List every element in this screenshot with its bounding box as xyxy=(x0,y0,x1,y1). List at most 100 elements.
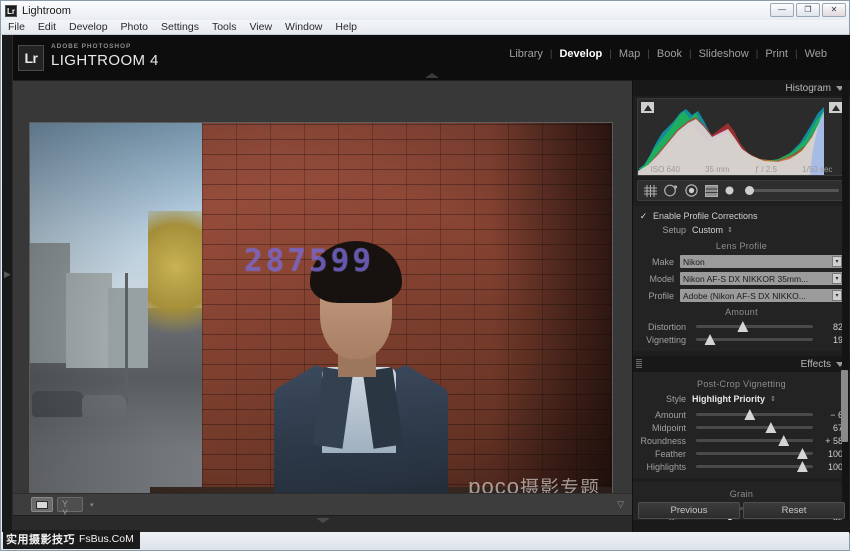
module-library[interactable]: Library xyxy=(502,48,550,60)
lens-model-select[interactable]: Nikon AF-S DX NIKKOR 35mm... ▾ xyxy=(680,272,843,285)
loupe-view-glyph xyxy=(36,500,48,509)
chevron-down-icon[interactable]: ▾ xyxy=(832,273,842,284)
lens-model-value: Nikon AF-S DX NIKKOR 35mm... xyxy=(683,273,809,284)
module-picker: Library | Develop | Map | Book | Slidesh… xyxy=(502,48,834,60)
vignette-highlights-row[interactable]: Highlights 100 xyxy=(633,460,850,473)
right-panel-scrollbar-thumb[interactable] xyxy=(841,370,848,442)
chevron-down-icon[interactable]: ▾ xyxy=(832,256,842,267)
vignetting-slider[interactable] xyxy=(696,334,813,345)
left-panel-gutter[interactable]: ▶ xyxy=(2,35,13,533)
loupe-view-icon[interactable] xyxy=(31,497,53,512)
lens-make-value: Nikon xyxy=(683,256,705,267)
module-web[interactable]: Web xyxy=(798,48,834,60)
slider-knob[interactable] xyxy=(765,422,777,433)
toolbar-view-caret-icon[interactable]: ▾ xyxy=(90,501,94,509)
vignette-midpoint-row[interactable]: Midpoint 67 xyxy=(633,421,850,434)
red-eye-correction-icon[interactable] xyxy=(685,184,698,197)
menu-help[interactable]: Help xyxy=(335,21,357,33)
grain-title: Grain xyxy=(729,489,754,499)
vignette-feather-row[interactable]: Feather 100 xyxy=(633,447,850,460)
module-print[interactable]: Print xyxy=(758,48,795,60)
slider-knob[interactable] xyxy=(744,409,756,420)
menu-tools[interactable]: Tools xyxy=(212,21,237,33)
vignette-highlights-label: Highlights xyxy=(646,461,686,472)
photo-preview[interactable]: 287599 poco摄影专题 http://photo.poco.cn/ xyxy=(30,123,612,545)
site-watermark: 实用摄影技巧 FsBus.CoM xyxy=(3,530,140,549)
module-book[interactable]: Book xyxy=(650,48,689,60)
setup-row[interactable]: Setup Custom ⇕ xyxy=(633,223,850,237)
previous-button[interactable]: Previous xyxy=(638,502,740,519)
setup-value[interactable]: Custom xyxy=(692,225,723,235)
vignetting-value: 19 xyxy=(832,334,843,345)
maximize-button[interactable]: ❐ xyxy=(796,3,820,17)
lens-corrections-panel: ✓ Enable Profile Corrections Setup Custo… xyxy=(633,206,850,351)
menu-file[interactable]: File xyxy=(8,21,25,33)
lightroom-logo-icon: Lr xyxy=(18,45,44,71)
vignette-style-caret-icon[interactable]: ⇕ xyxy=(770,395,776,403)
slider-knob[interactable] xyxy=(796,448,808,459)
distortion-slider[interactable] xyxy=(696,321,813,332)
menu-window[interactable]: Window xyxy=(285,21,322,33)
enable-profile-corrections-row[interactable]: ✓ Enable Profile Corrections xyxy=(633,209,850,223)
panel-action-buttons: Previous Reset xyxy=(633,502,850,519)
enable-profile-corrections-checkbox[interactable]: ✓ xyxy=(639,211,648,221)
left-panel-collapse-arrow[interactable]: ▶ xyxy=(4,269,11,280)
crop-overlay-icon[interactable] xyxy=(644,184,657,197)
spot-removal-icon[interactable] xyxy=(664,184,678,197)
top-panel-collapse-arrow[interactable] xyxy=(424,73,439,78)
module-develop[interactable]: Develop xyxy=(552,48,609,60)
lens-model-row[interactable]: Model Nikon AF-S DX NIKKOR 35mm... ▾ xyxy=(633,271,850,286)
close-button[interactable]: ✕ xyxy=(822,3,846,17)
lightroom-app: ▶ Lr ADOBE PHOTOSHOP LIGHTROOM 4 Library… xyxy=(2,35,850,545)
slider-knob[interactable] xyxy=(704,334,716,345)
lens-make-select[interactable]: Nikon ▾ xyxy=(680,255,843,268)
vignette-highlights-slider[interactable] xyxy=(696,461,813,472)
vignette-amount-label: Amount xyxy=(654,409,686,420)
vignette-feather-slider[interactable] xyxy=(696,448,813,459)
vignette-roundness-row[interactable]: Roundness + 58 xyxy=(633,434,850,447)
lens-profile-title: Lens Profile xyxy=(715,241,768,251)
highlight-clipping-indicator-icon[interactable] xyxy=(829,102,842,113)
lens-profile-select[interactable]: Adobe (Nikon AF-S DX NIKKO... ▾ xyxy=(680,289,843,302)
graduated-filter-icon[interactable] xyxy=(705,184,718,197)
histogram-graph[interactable]: ISO 640 35 mm ƒ / 2.5 1/50 sec xyxy=(637,98,846,176)
compare-view-icon[interactable]: Y Y xyxy=(57,497,83,518)
slider-knob[interactable] xyxy=(778,435,790,446)
distortion-row[interactable]: Distortion 82 xyxy=(633,320,850,333)
slider-knob[interactable] xyxy=(796,461,808,472)
lens-make-row[interactable]: Make Nikon ▾ xyxy=(633,254,850,269)
chevron-down-icon[interactable]: ▾ xyxy=(832,290,842,301)
vignetting-row[interactable]: Vignetting 19 xyxy=(633,333,850,346)
minimize-button[interactable]: — xyxy=(770,3,794,17)
effects-panel-header[interactable]: Effects xyxy=(633,356,850,372)
toolbar-options-caret-icon[interactable]: ▽ xyxy=(617,499,624,510)
stage-toolbar: Y Y ▾ ▽ xyxy=(13,493,632,518)
setup-caret-icon[interactable]: ⇕ xyxy=(727,226,733,234)
vignette-midpoint-slider[interactable] xyxy=(696,422,813,433)
vignette-style-value[interactable]: Highlight Priority xyxy=(692,394,765,404)
menu-view[interactable]: View xyxy=(249,21,272,33)
vignette-style-row[interactable]: Style Highlight Priority ⇕ xyxy=(633,392,850,406)
shadow-clipping-indicator-icon[interactable] xyxy=(641,102,654,113)
histogram-panel-header[interactable]: Histogram xyxy=(633,80,850,96)
enable-profile-corrections-label: Enable Profile Corrections xyxy=(653,211,758,221)
lens-profile-row[interactable]: Profile Adobe (Nikon AF-S DX NIKKO... ▾ xyxy=(633,288,850,303)
brush-size-slider[interactable] xyxy=(745,186,839,195)
panel-grip-icon xyxy=(636,359,642,368)
vignette-roundness-slider[interactable] xyxy=(696,435,813,446)
module-map[interactable]: Map xyxy=(612,48,647,60)
vignette-amount-row[interactable]: Amount − 6 xyxy=(633,408,850,421)
filmstrip-collapse-arrow[interactable] xyxy=(315,518,330,523)
menu-settings[interactable]: Settings xyxy=(161,21,199,33)
right-panel-scrollbar[interactable] xyxy=(841,80,849,520)
reset-button[interactable]: Reset xyxy=(743,502,845,519)
menu-develop[interactable]: Develop xyxy=(69,21,108,33)
vignette-amount-slider[interactable] xyxy=(696,409,813,420)
slider-knob[interactable] xyxy=(737,321,749,332)
histogram-panel-title: Histogram xyxy=(785,82,831,94)
adjustment-brush-icon[interactable] xyxy=(725,186,734,195)
menu-photo[interactable]: Photo xyxy=(121,21,148,33)
site-watermark-en: FsBus.CoM xyxy=(79,533,134,545)
menu-edit[interactable]: Edit xyxy=(38,21,56,33)
module-slideshow[interactable]: Slideshow xyxy=(692,48,756,60)
